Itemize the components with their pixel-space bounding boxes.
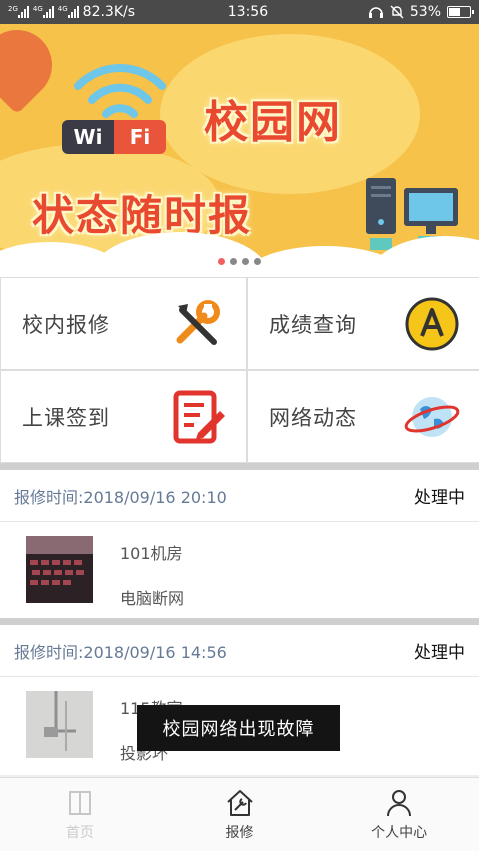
repair-card[interactable]: 报修时间:2018/09/16 14:56 处理中 115教室 投影坏: [0, 625, 479, 775]
carousel-indicator[interactable]: [0, 258, 479, 265]
signal-icon: 2G: [8, 6, 29, 18]
signal-icon: 4G: [33, 6, 54, 18]
repair-status: 处理中: [414, 488, 465, 508]
mute-bell-icon: [390, 5, 404, 19]
bottom-tab-bar: 首页 报修 个人中心: [0, 777, 479, 851]
toast-message: 校园网络出现故障: [137, 705, 340, 751]
headset-icon: [368, 7, 383, 18]
carousel-dot[interactable]: [218, 258, 225, 265]
banner-subtitle: 状态随时报: [32, 191, 253, 240]
user-icon: [387, 789, 412, 816]
repair-status: 处理中: [414, 643, 465, 663]
grades-entry[interactable]: 成绩查询: [248, 278, 479, 369]
checkin-entry[interactable]: 上课签到: [1, 371, 246, 462]
carousel-dot[interactable]: [230, 258, 237, 265]
tab-repair-label: 报修: [225, 824, 254, 841]
checkin-entry-label: 上课签到: [22, 405, 110, 430]
repair-card-header: 报修时间:2018/09/16 14:56 处理中: [0, 625, 479, 677]
repair-issue: 电脑断网: [120, 589, 185, 608]
network-type-label: 4G: [57, 5, 68, 13]
globe-icon: [404, 396, 460, 437]
battery-icon: [447, 6, 474, 18]
house-wrench-icon: [226, 789, 253, 816]
tab-profile-label: 个人中心: [371, 824, 428, 841]
feature-grid: 校内报修 成绩查询 上课签到 网络动态: [0, 277, 479, 463]
home-icon: [68, 790, 91, 815]
section-divider: [0, 463, 479, 470]
tab-repair[interactable]: 报修: [160, 778, 320, 851]
carousel-dot[interactable]: [254, 258, 261, 265]
repair-card[interactable]: 报修时间:2018/09/16 20:10 处理中 101机房 电脑断网: [0, 470, 479, 618]
grades-entry-label: 成绩查询: [269, 312, 357, 337]
clock: 13:56: [227, 4, 269, 20]
tools-icon: [176, 299, 220, 345]
repair-time: 报修时间:2018/09/16 20:10: [14, 487, 227, 507]
battery-percent: 53%: [409, 4, 441, 20]
tab-profile[interactable]: 个人中心: [319, 778, 479, 851]
banner-carousel[interactable]: Wi Fi 校园网 状态随时报: [0, 24, 479, 277]
wifi-badge-right: Fi: [114, 120, 166, 154]
network-news-entry-label: 网络动态: [269, 405, 357, 430]
repair-entry[interactable]: 校内报修: [1, 278, 246, 369]
wall-fixture-photo: [26, 691, 93, 758]
tab-home[interactable]: 首页: [0, 778, 160, 851]
network-type-label: 4G: [32, 5, 43, 13]
carousel-dot[interactable]: [242, 258, 249, 265]
network-news-entry[interactable]: 网络动态: [248, 371, 479, 462]
status-right: 53%: [368, 4, 474, 20]
repair-time: 报修时间:2018/09/16 14:56: [14, 642, 227, 662]
repair-card-header: 报修时间:2018/09/16 20:10 处理中: [0, 470, 479, 522]
banner-title: 校园网: [204, 97, 342, 148]
status-bar: 2G 4G 4G 82.3K/s 13:56 53%: [0, 0, 479, 24]
keyboard-photo: [26, 536, 93, 603]
wifi-badge-left: Wi: [62, 120, 114, 154]
signal-icon: 4G: [58, 6, 79, 18]
tab-home-label: 首页: [65, 824, 94, 841]
sign-in-icon: [173, 390, 225, 443]
repair-entry-label: 校内报修: [22, 312, 110, 337]
wifi-badge: Wi Fi: [62, 120, 166, 154]
heart-decoration: [0, 24, 67, 115]
repair-location: 101机房: [120, 544, 183, 563]
repair-card-body: 101机房 电脑断网: [0, 522, 479, 617]
grade-a-icon: [405, 297, 459, 350]
section-divider: [0, 618, 479, 625]
network-type-label: 2G: [8, 5, 18, 13]
